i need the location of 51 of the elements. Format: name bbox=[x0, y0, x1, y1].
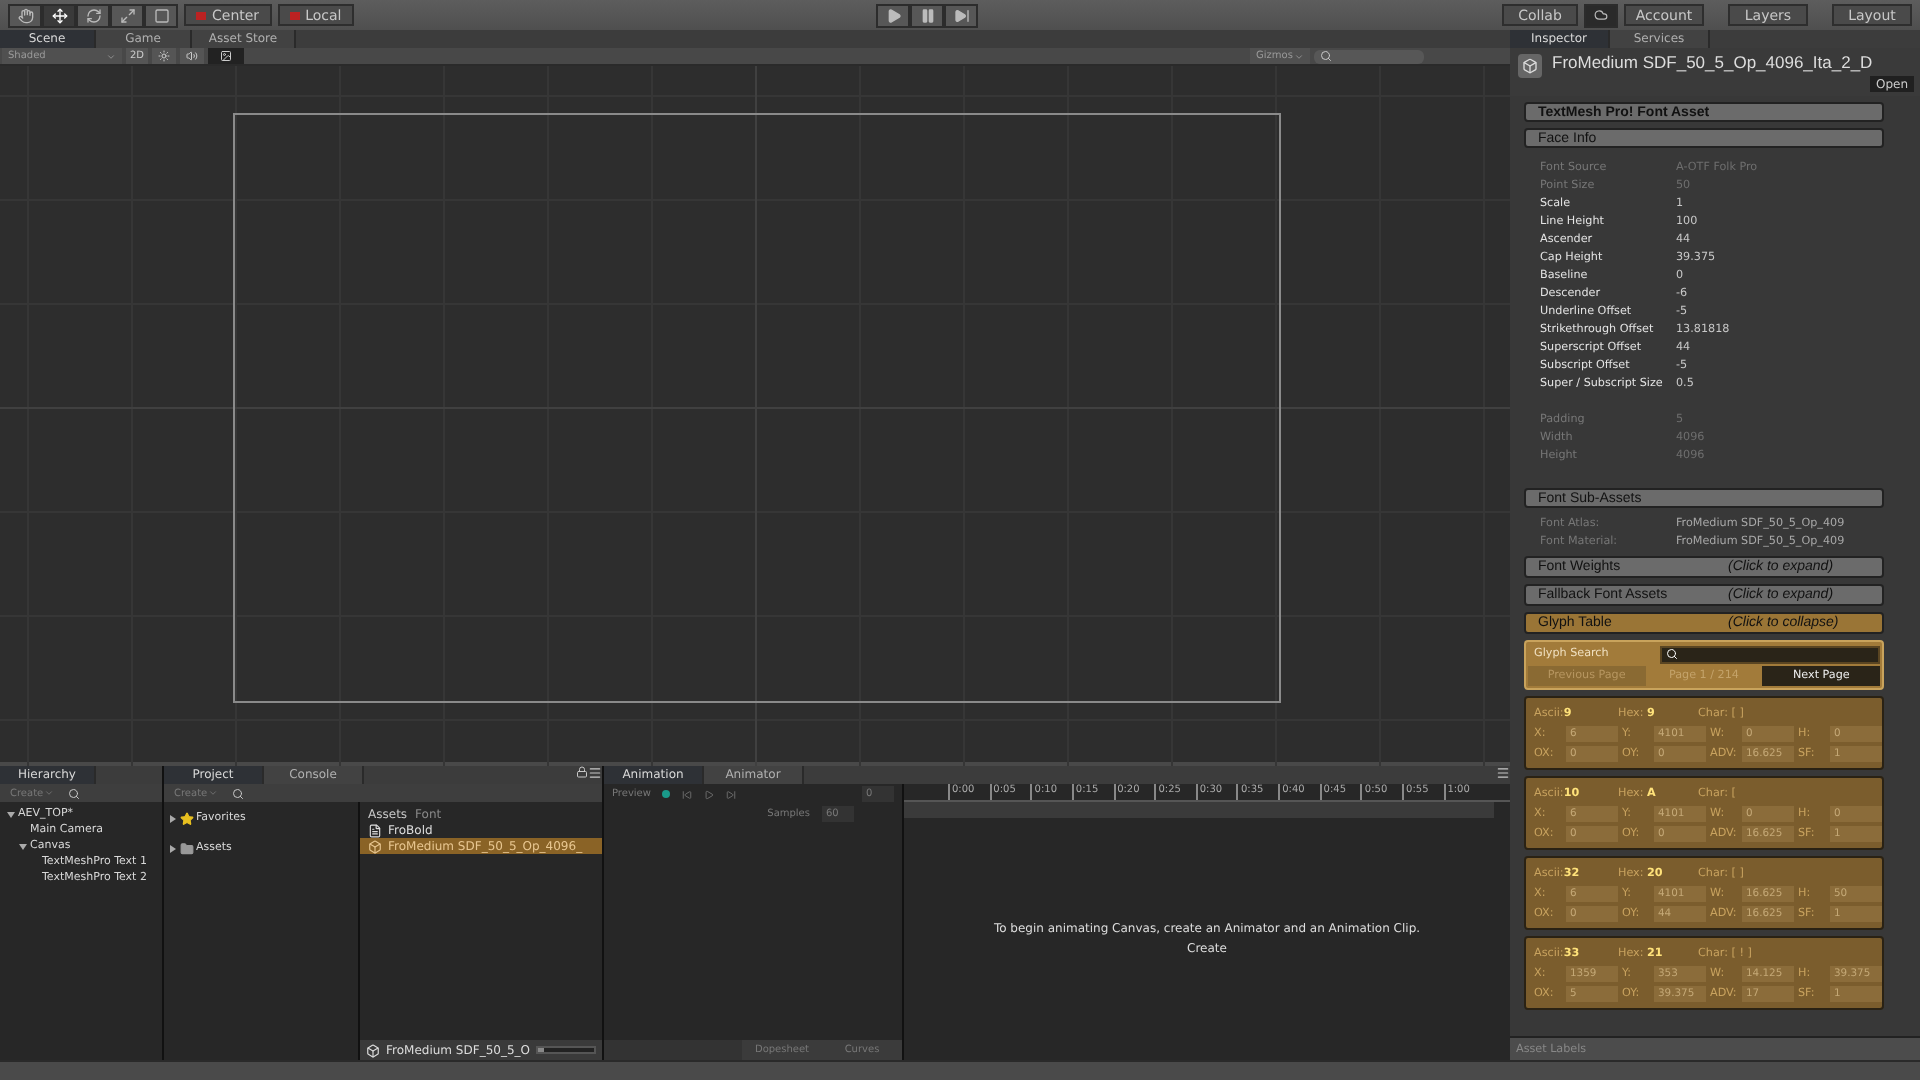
hand-icon bbox=[17, 7, 33, 23]
cloud-button[interactable] bbox=[1584, 3, 1618, 27]
playback-button[interactable] bbox=[910, 3, 945, 27]
menu-icon[interactable] bbox=[1496, 766, 1510, 780]
step-icon[interactable] bbox=[682, 789, 693, 799]
speaker-icon bbox=[186, 50, 198, 62]
step-icon[interactable] bbox=[726, 789, 737, 799]
expanded-arrow-icon[interactable] bbox=[18, 841, 28, 851]
expanded-arrow-icon[interactable] bbox=[6, 809, 16, 819]
playback-button[interactable] bbox=[944, 3, 979, 27]
search-icon bbox=[1666, 648, 1678, 660]
step-icon bbox=[953, 7, 970, 23]
rect-tool-icon bbox=[153, 7, 169, 23]
collapsed-arrow-icon[interactable] bbox=[168, 813, 178, 823]
glyph-search-field[interactable] bbox=[1660, 645, 1880, 663]
star-icon bbox=[180, 811, 194, 825]
search-icon bbox=[1320, 50, 1332, 62]
scale-icon bbox=[119, 7, 135, 23]
tool-button[interactable] bbox=[42, 3, 76, 27]
asset-title: FroMedium SDF_50_5_Op_4096_Ita_2_D bbox=[1552, 52, 1873, 72]
collapsed-arrow-icon[interactable] bbox=[168, 843, 178, 853]
chevron-down-icon bbox=[1294, 51, 1304, 61]
tool-button[interactable] bbox=[144, 3, 178, 27]
folder-icon bbox=[180, 841, 194, 855]
file-icon bbox=[368, 823, 383, 837]
chevron-down-icon bbox=[208, 788, 218, 798]
menu-icon[interactable] bbox=[588, 766, 602, 780]
sun-icon bbox=[158, 50, 170, 62]
tool-button[interactable] bbox=[110, 3, 144, 27]
move-icon bbox=[51, 7, 67, 23]
image-icon bbox=[220, 50, 232, 62]
search-icon[interactable] bbox=[68, 787, 80, 799]
asset-icon bbox=[1518, 54, 1542, 78]
play-icon bbox=[885, 7, 902, 23]
chevron-down-icon bbox=[44, 788, 54, 798]
record-icon[interactable] bbox=[662, 790, 671, 798]
cube-icon bbox=[368, 839, 383, 853]
rotate-icon bbox=[85, 7, 101, 23]
search-icon[interactable] bbox=[232, 787, 244, 799]
audio-button[interactable] bbox=[180, 48, 204, 64]
cube-icon bbox=[366, 1043, 381, 1057]
tool-button[interactable] bbox=[76, 3, 110, 27]
tool-button[interactable] bbox=[8, 3, 42, 27]
lighting-button[interactable] bbox=[152, 48, 176, 64]
chevron-down-icon bbox=[106, 51, 116, 61]
playback-button[interactable] bbox=[876, 3, 911, 27]
pause-icon bbox=[919, 7, 936, 23]
lock-icon[interactable] bbox=[576, 766, 588, 778]
search-field[interactable] bbox=[1314, 49, 1424, 63]
effects-dropdown[interactable] bbox=[208, 48, 244, 64]
cloud-icon bbox=[1594, 8, 1608, 22]
